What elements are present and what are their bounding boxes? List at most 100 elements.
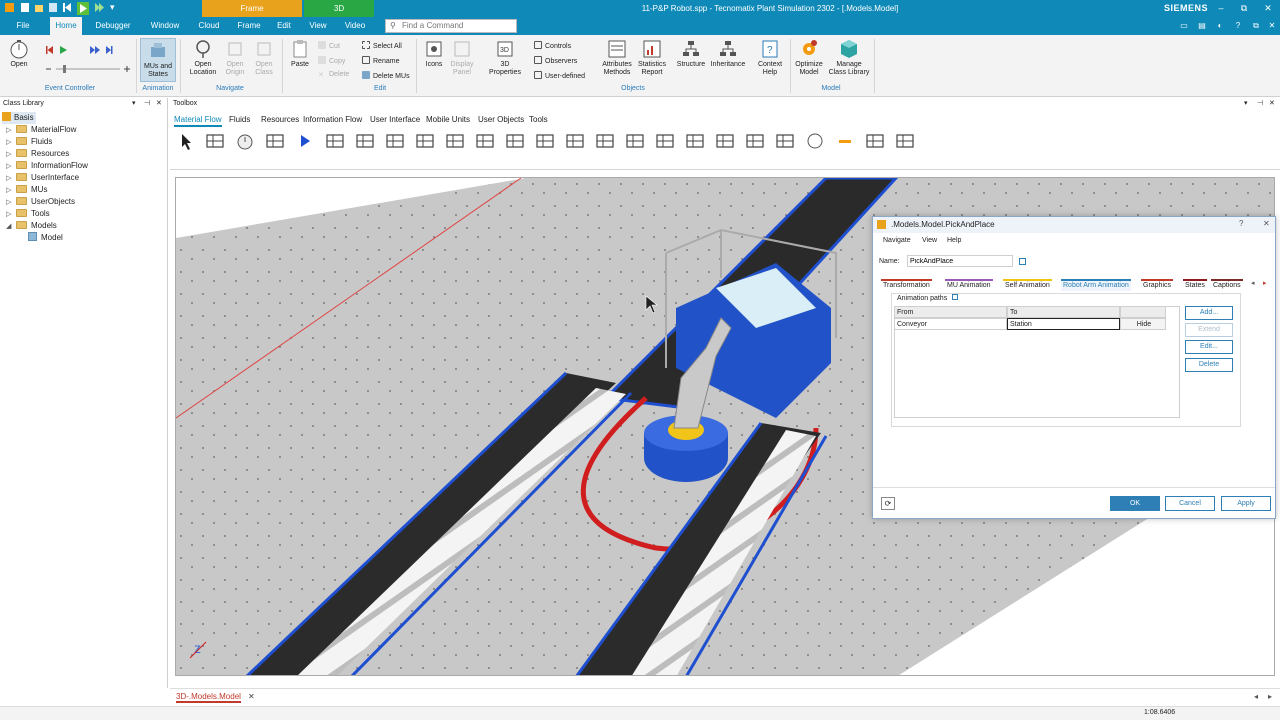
tree-item-userobjects[interactable]: ▷ UserObjects (6, 196, 75, 208)
source-icon[interactable] (324, 131, 346, 151)
icons-button[interactable]: Icons (420, 39, 448, 69)
dialog-tab-self-animation[interactable]: Self Animation (1003, 279, 1052, 291)
tabs-left-arrow-icon[interactable]: ◂ (1251, 279, 1255, 287)
toolbox-pin-icon[interactable]: ⊣ (1257, 98, 1263, 110)
toolbox-tab-fluids[interactable]: Fluids (229, 115, 250, 125)
tab-edit[interactable]: Edit (272, 17, 296, 35)
tab-view[interactable]: View (305, 17, 331, 35)
user-defined-button[interactable]: User-defined (534, 71, 585, 81)
tab-window[interactable]: Window (146, 17, 184, 35)
turnplate-icon[interactable] (774, 131, 796, 151)
dialog-tab-graphics[interactable]: Graphics (1141, 279, 1174, 291)
toolbox-tab-tools[interactable]: Tools (529, 115, 548, 125)
assembly-icon[interactable] (444, 131, 466, 151)
toolbox-tab-user-objects[interactable]: User Objects (478, 115, 524, 125)
ok-button[interactable]: OK (1110, 496, 1160, 511)
store-icon[interactable] (714, 131, 736, 151)
dialog-menu-navigate[interactable]: Navigate (883, 237, 911, 244)
toolbox-tab-user-interface[interactable]: User Interface (370, 115, 420, 125)
observers-button[interactable]: Observers (534, 56, 577, 66)
paste-button[interactable]: Paste (286, 39, 314, 69)
theme-icon[interactable]: ◐ (1214, 17, 1226, 35)
drain-icon[interactable] (354, 131, 376, 151)
help-icon[interactable]: ? (1232, 17, 1244, 35)
mus-and-states-button[interactable]: MUs and States (140, 38, 176, 82)
optimize-model-button[interactable]: Optimize Model (792, 39, 826, 77)
cell-to[interactable]: Station (1007, 318, 1120, 330)
cycle-icon[interactable] (624, 131, 646, 151)
toolbox-tab-resources[interactable]: Resources (261, 115, 299, 125)
transfer-icon[interactable] (654, 131, 676, 151)
reset-icon[interactable] (62, 2, 72, 15)
open-file-icon[interactable] (34, 2, 44, 15)
toolbox-tab-material-flow[interactable]: Material Flow (174, 115, 222, 127)
sorter-icon[interactable] (534, 131, 556, 151)
dialog-tab-robot-arm-animation[interactable]: Robot Arm Animation (1061, 279, 1131, 291)
single-proc-icon[interactable] (384, 131, 406, 151)
restore-icon[interactable]: ⧉ (1237, 0, 1251, 17)
dialog-refresh-icon[interactable]: ⟳ (881, 497, 895, 510)
open-class-button[interactable]: Open Class (250, 39, 278, 77)
context-tab-frame[interactable]: Frame (202, 0, 302, 17)
tab-debugger[interactable]: Debugger (92, 17, 134, 35)
cut-button[interactable]: Cut (318, 41, 340, 51)
tab-file[interactable]: File (10, 17, 36, 35)
line-icon[interactable] (564, 131, 586, 151)
start-icon[interactable] (77, 2, 89, 17)
cancel-button[interactable]: Cancel (1165, 496, 1215, 511)
parallel-proc-icon[interactable] (414, 131, 436, 151)
3d-properties-button[interactable]: 3D 3D Properties (484, 39, 526, 77)
tree-item-resources[interactable]: ▷ Resources (6, 148, 69, 160)
structure-button[interactable]: Structure (674, 39, 708, 69)
tree-item-model[interactable]: Model (28, 232, 63, 244)
name-inherit-icon[interactable] (1019, 258, 1026, 265)
dialog-tab-mu-animation[interactable]: MU Animation (945, 279, 993, 291)
cross-sliding-icon[interactable] (804, 131, 826, 151)
select-all-button[interactable]: Select All (362, 41, 402, 51)
attributes-methods-button[interactable]: Attributes Methods (598, 39, 636, 77)
dialog-close-icon[interactable]: ✕ (1263, 219, 1270, 228)
tree-item-models[interactable]: ◢ Models (6, 220, 57, 232)
minimize-icon[interactable]: – (1214, 0, 1228, 17)
dialog-menu-help[interactable]: Help (947, 237, 961, 244)
delete-mus-button[interactable]: Delete MUs (362, 71, 410, 81)
buffer-icon[interactable] (504, 131, 526, 151)
method-flow-icon[interactable] (264, 131, 286, 151)
crane-icon[interactable] (744, 131, 766, 151)
panel-chevron-icon[interactable]: ▾ (132, 98, 136, 110)
tree-item-tools[interactable]: ▷ Tools (6, 208, 50, 220)
tab-video[interactable]: Video (340, 17, 370, 35)
dialog-help-icon[interactable]: ? (1239, 219, 1243, 228)
mdi-close-icon[interactable]: ✕ (1266, 17, 1278, 35)
connector-icon[interactable] (204, 131, 226, 151)
add-button[interactable]: Add... (1185, 306, 1233, 320)
worker-icon[interactable] (864, 131, 886, 151)
toolbox-tab-mobile-units[interactable]: Mobile Units (426, 115, 470, 125)
tab-scroll-right-icon[interactable]: ▸ (1268, 692, 1272, 701)
context-tab-3d[interactable]: 3D (304, 0, 374, 17)
cell-from[interactable]: Conveyor (894, 318, 1007, 330)
controls-button[interactable]: Controls (534, 41, 571, 51)
inheritance-button[interactable]: Inheritance (708, 39, 748, 69)
group-inherit-icon[interactable] (952, 294, 959, 300)
tree-item-mus[interactable]: ▷ MUs (6, 184, 47, 196)
dialog-tab-captions[interactable]: Captions (1211, 279, 1243, 291)
panel-close-icon[interactable]: ✕ (156, 98, 162, 110)
manage-class-library-button[interactable]: Manage Class Library (828, 39, 870, 77)
dialog-menu-view[interactable]: View (922, 237, 937, 244)
mdi-restore-icon[interactable]: ⧉ (1250, 17, 1262, 35)
placebuffer-icon[interactable] (684, 131, 706, 151)
quick-access-chevron-icon[interactable]: ▾ (110, 2, 115, 13)
statistics-report-button[interactable]: Statistics Report (636, 39, 668, 77)
tabs-right-arrow-icon[interactable]: ▸ (1263, 279, 1267, 287)
panel-pin-icon[interactable]: ⊣ (144, 98, 150, 110)
delete-path-button[interactable]: Delete (1185, 358, 1233, 372)
close-icon[interactable]: ✕ (1261, 0, 1275, 17)
tree-item-materialflow[interactable]: ▷ MaterialFlow (6, 124, 76, 136)
pointer-icon[interactable] (174, 131, 196, 151)
tree-item-basis[interactable]: Basis (2, 112, 36, 124)
copy-button[interactable]: Copy (318, 56, 345, 66)
collapse-icon[interactable]: ◢ (6, 221, 16, 233)
open-location-button[interactable]: Open Location (186, 39, 220, 77)
storage-icon[interactable] (834, 131, 856, 151)
